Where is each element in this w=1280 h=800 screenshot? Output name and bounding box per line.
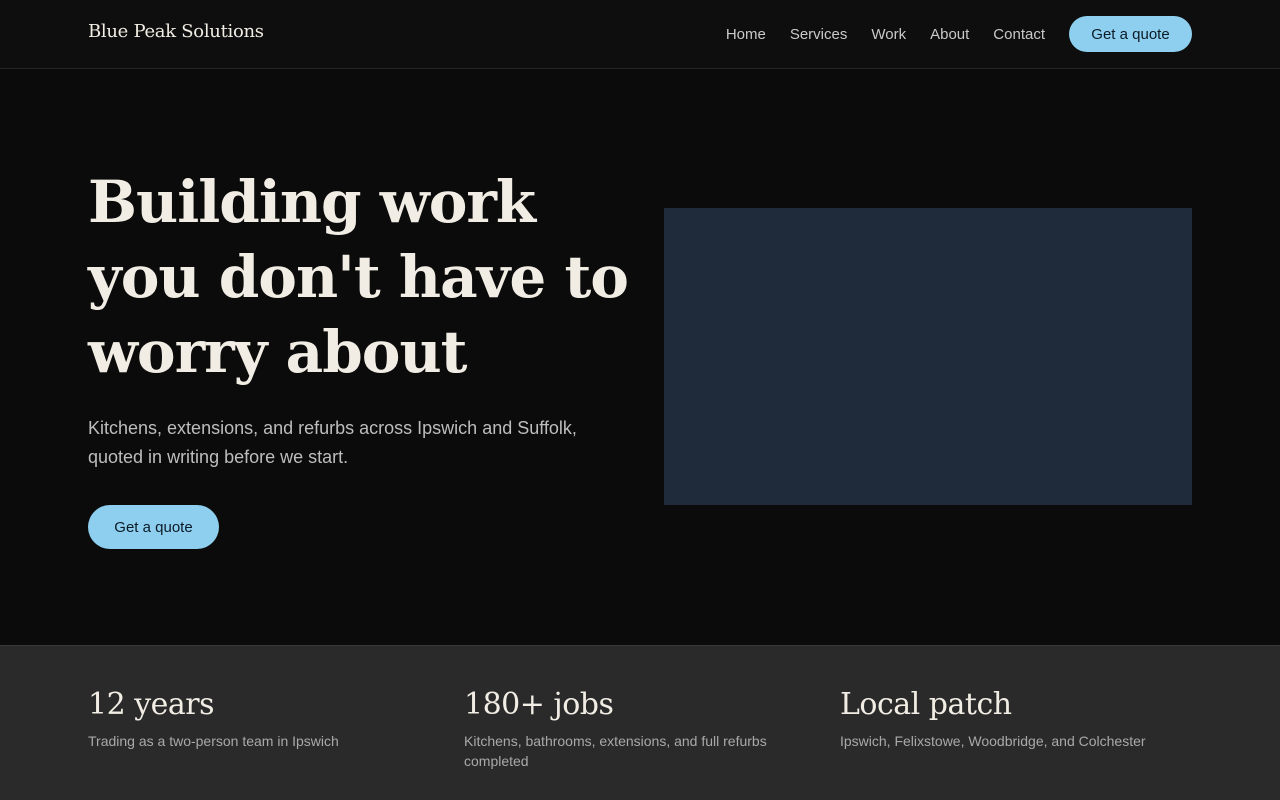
hero-get-quote-button[interactable]: Get a quote bbox=[88, 505, 219, 549]
stat-description: Kitchens, bathrooms, extensions, and ful… bbox=[464, 733, 767, 769]
hero-image-placeholder bbox=[664, 208, 1192, 505]
stat-jobs: 180+ jobs Kitchens, bathrooms, extension… bbox=[464, 684, 804, 771]
stat-value: 12 years bbox=[88, 687, 215, 722]
nav-services[interactable]: Services bbox=[790, 26, 848, 43]
stats-band: 12 years Trading as a two-person team in… bbox=[0, 645, 1280, 800]
stat-area: Local patch Ipswich, Felixstowe, Woodbri… bbox=[840, 684, 1180, 751]
nav-work[interactable]: Work bbox=[871, 26, 906, 43]
stat-years: 12 years Trading as a two-person team in… bbox=[88, 684, 428, 751]
header-get-quote-button[interactable]: Get a quote bbox=[1069, 16, 1192, 52]
nav-contact[interactable]: Contact bbox=[993, 26, 1045, 43]
hero-subtext: Kitchens, extensions, and refurbs across… bbox=[88, 418, 577, 467]
nav-about[interactable]: About bbox=[930, 26, 969, 43]
hero-section: Building work you don't have to worry ab… bbox=[0, 69, 1280, 645]
hero-headline: Building work you don't have to worry ab… bbox=[88, 168, 629, 386]
stat-description: Ipswich, Felixstowe, Woodbridge, and Col… bbox=[840, 733, 1146, 749]
stat-value: Local patch bbox=[840, 687, 1012, 722]
main-nav: Home Services Work About Contact Get a q… bbox=[726, 16, 1192, 52]
brand-logo[interactable]: Blue Peak Solutions bbox=[88, 21, 264, 42]
stat-description: Trading as a two-person team in Ipswich bbox=[88, 733, 339, 749]
stat-value: 180+ jobs bbox=[464, 687, 614, 722]
site-header: Blue Peak Solutions Home Services Work A… bbox=[0, 0, 1280, 69]
nav-home[interactable]: Home bbox=[726, 26, 766, 43]
